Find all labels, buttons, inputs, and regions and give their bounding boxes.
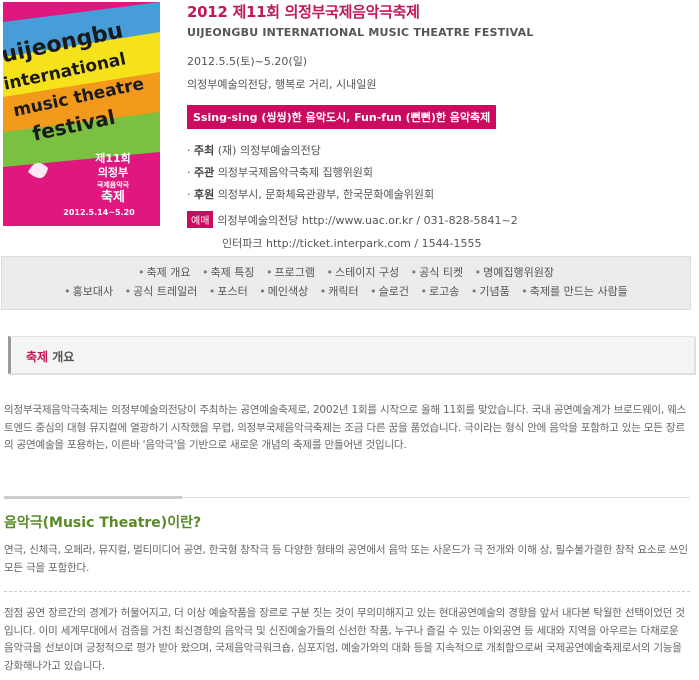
- nav-souvenir[interactable]: 기념품: [471, 285, 510, 298]
- festival-venue: 의정부예술의전당, 행복로 거리, 시내일원: [187, 78, 377, 91]
- history-paragraph: 점점 공연 장르간의 경계가 허물어지고, 더 이상 예술작품을 장르로 구분 …: [4, 607, 685, 672]
- section-header: 축제 개요: [8, 336, 695, 374]
- festival-title: 2012 제11회 의정부국제음악극축제: [187, 3, 420, 21]
- section-title: 축제 개요: [26, 350, 75, 364]
- divider: [4, 496, 690, 499]
- role-host: · 주최 (재) 의정부예술의전당: [187, 144, 321, 157]
- nav-overview[interactable]: 축제 개요: [138, 266, 190, 279]
- poster-edition: 제11회: [95, 151, 131, 165]
- dashed-divider: [4, 591, 690, 592]
- nav-program[interactable]: 프로그램: [266, 266, 315, 279]
- nav-stage[interactable]: 스테이지 구성: [326, 266, 399, 279]
- festival-title-en: UIJEONGBU INTERNATIONAL MUSIC THEATRE FE…: [187, 26, 534, 39]
- nav-character[interactable]: 캐릭터: [320, 285, 359, 298]
- nav-trailer[interactable]: 공식 트레일러: [125, 285, 198, 298]
- role-organizer: · 주관 의정부국제음악극축제 집행위원회: [187, 166, 374, 179]
- festival-poster: uijeongbu international music theatre fe…: [3, 2, 160, 226]
- nav-people[interactable]: 축제를 만드는 사람들: [521, 285, 628, 298]
- slogan-banner: Ssing-sing (씽씽)한 음악도시, Fun-fun (뻔뻔)한 음악축…: [187, 105, 497, 129]
- nav-poster[interactable]: 포스터: [209, 285, 248, 298]
- festival-nav: 축제 개요 축제 특징 프로그램 스테이지 구성 공식 티켓 명예집행위원장 홍…: [1, 256, 691, 310]
- poster-city: 의정부: [98, 165, 128, 179]
- poster-subtitle: 국제음악극: [97, 180, 130, 189]
- music-theatre-definition: 연극, 신체극, 오페라, 뮤지컬, 멀티미디어 공연, 한국형 창작극 등 다…: [4, 544, 688, 574]
- nav-features[interactable]: 축제 특징: [202, 266, 254, 279]
- ticket-line-2[interactable]: 인터파크 http://ticket.interpark.com / 1544-…: [222, 235, 692, 251]
- role-sponsor: · 후원 의정부시, 문화체육관광부, 한국문화예술위원회: [187, 188, 435, 201]
- nav-honorary-chair[interactable]: 명예집행위원장: [475, 266, 554, 279]
- ticket-tag: 예매: [187, 211, 214, 228]
- overview-paragraph: 의정부국제음악극축제는 의정부예술의전당이 주최하는 공연예술축제로, 2002…: [4, 404, 687, 451]
- poster-dates: 2012.5.14~5.20: [63, 208, 135, 217]
- poster-fest: 축제: [101, 189, 125, 205]
- festival-date: 2012.5.5(토)~5.20(일): [187, 55, 308, 68]
- festival-info: 2012 제11회 의정부국제음악극축제 UIJEONGBU INTERNATI…: [187, 0, 692, 251]
- nav-slogan[interactable]: 슬로건: [370, 285, 409, 298]
- roles-list: · 주최 (재) 의정부예술의전당 · 주관 의정부국제음악극축제 집행위원회 …: [187, 142, 692, 202]
- nav-ticket[interactable]: 공식 티켓: [411, 266, 463, 279]
- nav-logo-song[interactable]: 로고송: [420, 285, 459, 298]
- page: uijeongbu international music theatre fe…: [0, 0, 699, 680]
- music-theatre-heading: 음악극(Music Theatre)이란?: [4, 515, 202, 531]
- nav-main-color[interactable]: 메인색상: [259, 285, 308, 298]
- ticket-line-1[interactable]: 의정부예술의전당 http://www.uac.or.kr / 031-828-…: [217, 214, 517, 227]
- ticket-info: 예매 의정부예술의전당 http://www.uac.or.kr / 031-82…: [187, 211, 692, 251]
- nav-ambassador[interactable]: 홍보대사: [64, 285, 113, 298]
